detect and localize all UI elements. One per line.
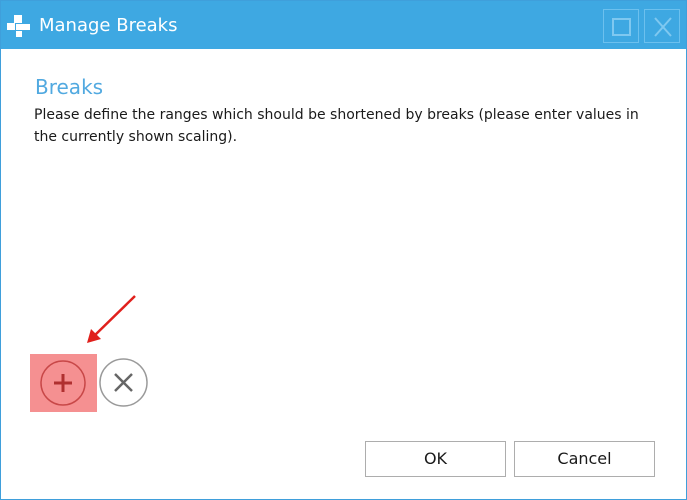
section-heading: Breaks <box>35 75 104 99</box>
close-button[interactable] <box>644 9 680 43</box>
window-title: Manage Breaks <box>39 15 178 36</box>
instructions-text: Please define the ranges which should be… <box>34 107 639 145</box>
add-break-button[interactable] <box>39 360 87 406</box>
title-bar[interactable]: Manage Breaks <box>1 1 686 49</box>
app-icon <box>7 15 31 37</box>
ok-button[interactable]: OK <box>365 441 506 477</box>
plus-circle-icon <box>40 360 86 406</box>
close-icon <box>654 17 672 37</box>
maximize-button[interactable] <box>603 9 639 43</box>
cancel-button[interactable]: Cancel <box>514 441 655 477</box>
manage-breaks-dialog: Manage Breaks Breaks Please define the r… <box>0 0 687 500</box>
remove-break-button[interactable] <box>98 357 149 408</box>
maximize-icon <box>612 18 631 36</box>
x-circle-icon <box>99 358 148 407</box>
annotation-arrow-icon <box>87 295 136 343</box>
